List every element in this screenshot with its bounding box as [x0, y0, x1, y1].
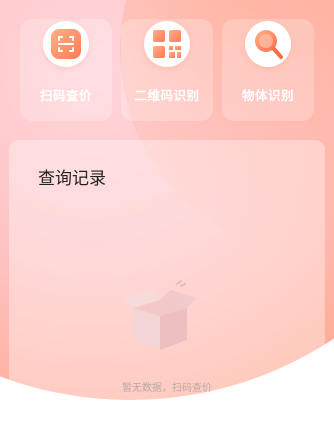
scan-icon-circle	[43, 21, 89, 67]
feature-row: 扫码查价 二维码识别 物体识别	[20, 19, 314, 121]
scan-price-label: 扫码查价	[39, 88, 92, 103]
history-panel: 查询记录 暂无数据，扫码查价	[9, 140, 325, 430]
qrcode-icon	[153, 30, 181, 58]
empty-box-icon	[123, 280, 197, 350]
qrcode-recognition-button[interactable]: 二维码识别	[121, 19, 213, 121]
history-title: 查询记录	[38, 169, 106, 189]
object-recognition-label: 物体识别	[241, 88, 294, 103]
magnifier-icon	[255, 30, 283, 59]
scan-icon	[51, 29, 81, 59]
qrcode-recognition-label: 二维码识别	[134, 88, 200, 103]
magnifier-icon-circle	[245, 21, 291, 67]
object-recognition-button[interactable]: 物体识别	[222, 19, 314, 121]
empty-state-text: 暂无数据，扫码查价	[122, 383, 212, 394]
scan-price-button[interactable]: 扫码查价	[20, 19, 112, 121]
qrcode-icon-circle	[144, 21, 190, 67]
